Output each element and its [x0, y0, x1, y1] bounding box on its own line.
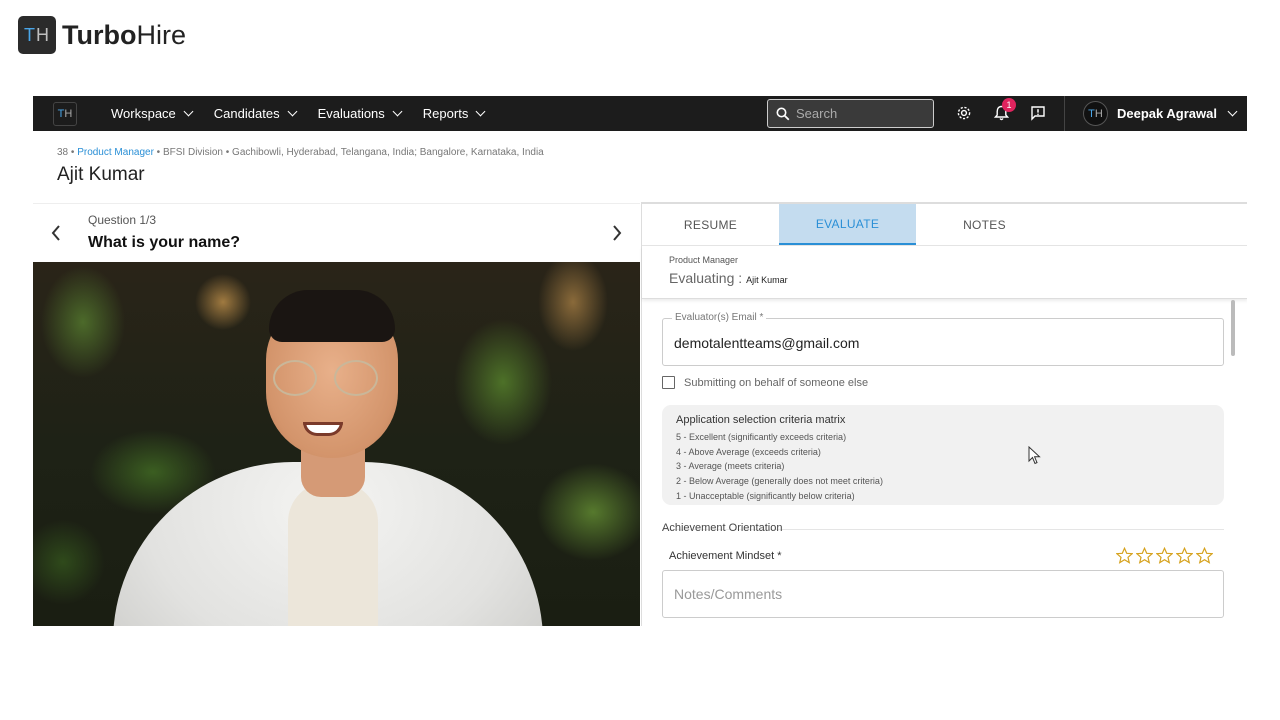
next-question-button[interactable] [611, 224, 623, 247]
star-icon[interactable] [1116, 547, 1133, 564]
notes-input[interactable] [662, 570, 1224, 618]
evaluation-role: Product Manager [669, 255, 739, 265]
breadcrumb-separator: • [68, 147, 78, 158]
criteria-matrix-item: 4 - Above Average (exceeds criteria) [676, 446, 821, 457]
brand-name-bold: Turbo [62, 19, 137, 50]
question-header: Question 1/3 What is your name? [33, 204, 640, 262]
nav-evaluations-label: Evaluations [317, 106, 385, 121]
avatar-h: H [1094, 107, 1103, 120]
question-text: What is your name? [88, 234, 241, 251]
search-box [767, 99, 934, 128]
nav-evaluations[interactable]: Evaluations [317, 106, 403, 121]
app-window: TH Workspace Candidates Evaluations Repo… [33, 96, 1247, 626]
criteria-matrix-item: 2 - Below Average (generally does not me… [676, 476, 883, 487]
star-rating [1116, 547, 1213, 564]
settings-button[interactable] [955, 103, 973, 123]
nav-workspace-label: Workspace [111, 106, 176, 121]
evaluator-email-input[interactable] [674, 335, 1194, 351]
criteria-matrix: Application selection criteria matrix 5 … [662, 405, 1224, 505]
criteria-matrix-title: Application selection criteria matrix [676, 414, 846, 426]
star-icon[interactable] [1156, 547, 1173, 564]
criteria-matrix-item: 3 - Average (meets criteria) [676, 461, 785, 472]
search-icon [776, 107, 790, 120]
notifications-button[interactable]: 1 [992, 98, 1016, 123]
star-icon[interactable] [1196, 547, 1213, 564]
logo-letter-t: T [24, 24, 36, 45]
section-divider-line [782, 529, 1224, 530]
chevron-down-icon [392, 106, 403, 117]
candidate-video[interactable] [33, 262, 640, 626]
brand-name: TurboHire [62, 20, 186, 51]
evaluation-panel: RESUME EVALUATE NOTES Product Manager Ev… [641, 202, 1247, 626]
nav-reports[interactable]: Reports [422, 106, 486, 121]
star-icon[interactable] [1136, 547, 1153, 564]
section-title: Achievement Orientation [662, 522, 783, 534]
feedback-button[interactable] [1029, 103, 1047, 123]
behalf-label: Submitting on behalf of someone else [684, 376, 869, 389]
breadcrumb-role-link[interactable]: Product Manager [77, 147, 154, 158]
star-icon[interactable] [1176, 547, 1193, 564]
chevron-down-icon [183, 106, 194, 117]
chevron-left-icon [51, 225, 60, 241]
job-id: 38 [57, 147, 69, 158]
evaluating-label: Evaluating : Ajit Kumar [669, 270, 788, 286]
user-menu[interactable]: TH Deepak Agrawal [1083, 101, 1238, 126]
brand-header: TH TurboHire [18, 16, 186, 54]
nav-divider [1064, 96, 1065, 131]
behalf-checkbox[interactable] [662, 376, 675, 389]
top-nav-bar: TH Workspace Candidates Evaluations Repo… [33, 96, 1247, 131]
nav-candidates-label: Candidates [213, 106, 280, 121]
panel-tabs: RESUME EVALUATE NOTES [642, 204, 1247, 246]
feedback-icon [1031, 106, 1045, 121]
question-number: Question 1/3 [88, 213, 157, 227]
evaluating-name: Ajit Kumar [746, 275, 788, 285]
nav-workspace[interactable]: Workspace [111, 106, 194, 121]
turbohire-logo: TH [18, 16, 56, 54]
search-input[interactable] [796, 106, 926, 121]
avatar: TH [1083, 101, 1108, 126]
video-glasses-left [273, 360, 317, 396]
video-person-tee [288, 482, 378, 626]
chevron-right-icon [613, 225, 622, 241]
video-glasses-right [334, 360, 378, 396]
behalf-option: Submitting on behalf of someone else [662, 376, 868, 389]
breadcrumb-details: • BFSI Division • Gachibowli, Hyderabad,… [153, 147, 544, 158]
chevron-down-icon [475, 106, 486, 117]
previous-question-button[interactable] [50, 224, 62, 247]
nav-logo-h: H [64, 107, 73, 120]
brand-name-regular: Hire [136, 19, 186, 50]
notification-badge: 1 [1002, 98, 1016, 112]
nav-candidates[interactable]: Candidates [213, 106, 298, 121]
evaluating-label-text: Evaluating : [669, 270, 743, 286]
evaluator-email-label: Evaluator(s) Email * [672, 312, 767, 323]
video-person-hair [269, 290, 395, 342]
nav-icons: 1 [955, 98, 1047, 123]
scrollbar[interactable] [1231, 300, 1235, 356]
nav-logo-t: T [57, 107, 65, 120]
mouse-cursor-icon [1028, 446, 1041, 465]
tab-notes[interactable]: NOTES [916, 204, 1053, 245]
page-title: Ajit Kumar [57, 164, 145, 185]
tab-evaluate[interactable]: EVALUATE [779, 204, 916, 245]
tab-resume[interactable]: RESUME [642, 204, 779, 245]
evaluation-header: Product Manager Evaluating : Ajit Kumar [642, 246, 1247, 299]
breadcrumb: 38 • Product Manager • BFSI Division • G… [57, 147, 544, 158]
criteria-matrix-item: 1 - Unacceptable (significantly below cr… [676, 490, 855, 501]
gear-icon [957, 106, 971, 120]
nav-logo[interactable]: TH [53, 101, 77, 126]
criteria-matrix-item: 5 - Excellent (significantly exceeds cri… [676, 432, 847, 442]
user-name: Deepak Agrawal [1117, 106, 1217, 121]
avatar-t: T [1088, 107, 1095, 120]
logo-letter-h: H [36, 24, 50, 45]
evaluator-email-field: Evaluator(s) Email * [662, 312, 1224, 366]
nav-reports-label: Reports [422, 106, 469, 121]
chevron-down-icon [1227, 106, 1238, 117]
criterion-label: Achievement Mindset * [669, 550, 782, 562]
nav-menu: Workspace Candidates Evaluations Reports [111, 106, 486, 121]
chevron-down-icon [287, 106, 298, 117]
